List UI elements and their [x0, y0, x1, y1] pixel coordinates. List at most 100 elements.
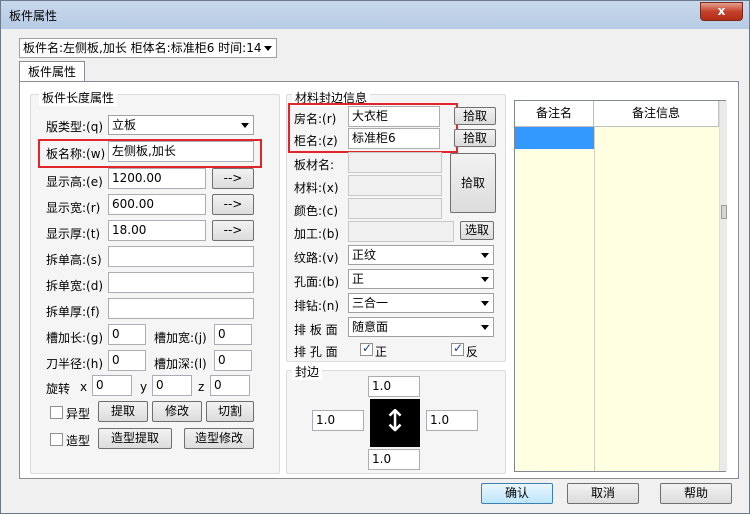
chevron-down-icon: [481, 253, 489, 258]
board-info-value: 板件名:左侧板,加长 柜体名:标准柜6 时间:14: [23, 41, 262, 55]
board-type-label: 版类型:(q): [46, 120, 104, 134]
display-width-input[interactable]: 600.00: [108, 194, 206, 215]
row-face-label: 排 板 面: [294, 323, 338, 337]
rotate-z-input[interactable]: 0: [210, 375, 250, 396]
chevron-down-icon: [481, 301, 489, 306]
tab-panel: 板件长度属性 版类型:(q) 立板 板名称:(w) 左侧板,加长 显示高:(e)…: [19, 81, 739, 479]
tab-board-properties[interactable]: 板件属性: [19, 61, 86, 82]
title-bar: 板件属性 x: [1, 1, 749, 29]
drill-select[interactable]: 三合一: [348, 293, 494, 313]
cabinet-name-input[interactable]: 标准柜6: [348, 128, 440, 149]
split-height-input[interactable]: [108, 246, 254, 267]
rotate-y-label: y: [140, 380, 148, 394]
board-type-value: 立板: [112, 118, 137, 132]
height-arrow-button[interactable]: -->: [212, 168, 254, 189]
column-divider: [594, 127, 595, 471]
back-checkbox[interactable]: [451, 341, 464, 356]
width-arrow-button[interactable]: -->: [212, 194, 254, 215]
notes-name-column-header[interactable]: 备注名: [515, 101, 594, 127]
ok-button[interactable]: 确认: [481, 483, 553, 504]
scrollbar-thumb[interactable]: [721, 205, 727, 219]
row-face-select[interactable]: 随意面: [348, 317, 494, 337]
rotate-label: 旋转: [46, 382, 71, 396]
pick-cabinet-button[interactable]: 拾取: [454, 129, 496, 147]
groove-width-label: 槽加宽:(j): [154, 331, 207, 345]
shape-checkbox[interactable]: [50, 433, 63, 446]
rotate-x-label: x: [80, 380, 88, 394]
cancel-button[interactable]: 取消: [567, 483, 639, 504]
process-input[interactable]: [348, 221, 454, 242]
edge-group-title: 封边: [292, 363, 323, 380]
shape-extract-button[interactable]: 造型提取: [98, 428, 172, 449]
board-name-input[interactable]: 左侧板,加长: [108, 141, 254, 162]
irregular-checkbox[interactable]: [50, 406, 63, 419]
room-name-input[interactable]: 大衣柜: [348, 106, 440, 127]
split-width-input[interactable]: [108, 272, 254, 293]
board-material-input[interactable]: [348, 152, 442, 173]
pick-room-button[interactable]: 拾取: [454, 107, 496, 125]
material-input[interactable]: [348, 175, 442, 196]
help-button[interactable]: 帮助: [660, 483, 732, 504]
room-name-label: 房名:(r): [294, 112, 337, 126]
length-group-title: 板件长度属性: [39, 89, 118, 106]
extract-button[interactable]: 提取: [98, 401, 148, 422]
grain-select[interactable]: 正纹: [348, 245, 494, 265]
modify-button[interactable]: 修改: [152, 401, 202, 422]
up-down-arrow-icon: ↕: [370, 399, 420, 447]
pick-material-button[interactable]: 拾取: [450, 153, 496, 213]
rotate-z-label: z: [198, 380, 205, 394]
drill-label: 排钻:(n): [294, 299, 340, 313]
knife-radius-label: 刀半径:(h): [46, 357, 104, 371]
row-hole-label: 排 孔 面: [294, 345, 338, 359]
board-material-label: 板材名:: [294, 158, 335, 172]
material-label: 材料:(x): [294, 181, 339, 195]
split-thickness-label: 拆单厚:(f): [46, 305, 100, 319]
front-checkbox[interactable]: [360, 341, 373, 356]
split-height-label: 拆单高:(s): [46, 253, 102, 267]
vertical-scrollbar[interactable]: [719, 101, 727, 471]
cut-button[interactable]: 切割: [206, 401, 254, 422]
rotate-y-input[interactable]: 0: [152, 375, 192, 396]
grain-label: 纹路:(v): [294, 251, 339, 265]
color-input[interactable]: [348, 198, 442, 219]
grain-value: 正纹: [352, 248, 377, 262]
thickness-arrow-button[interactable]: -->: [212, 220, 254, 241]
process-label: 加工:(b): [294, 227, 340, 241]
hole-face-select[interactable]: 正: [348, 269, 494, 289]
board-type-select[interactable]: 立板: [108, 115, 254, 135]
shape-modify-button[interactable]: 造型修改: [184, 428, 254, 449]
display-thickness-label: 显示厚:(t): [46, 227, 101, 241]
notes-grid: 备注名 备注信息: [514, 100, 727, 472]
groove-length-label: 槽加长:(g): [46, 331, 104, 345]
back-label: 反: [466, 345, 479, 359]
notes-grid-body[interactable]: [515, 127, 719, 471]
row-face-value: 随意面: [352, 320, 389, 334]
rotate-x-input[interactable]: 0: [92, 375, 132, 396]
split-thickness-input[interactable]: [108, 298, 254, 319]
notes-info-column-header[interactable]: 备注信息: [594, 101, 719, 127]
display-thickness-input[interactable]: 18.00: [108, 220, 206, 241]
groove-depth-input[interactable]: 0: [214, 350, 252, 371]
irregular-label: 异型: [66, 407, 91, 421]
board-name-label: 板名称:(w): [46, 147, 106, 161]
groove-length-input[interactable]: 0: [108, 324, 146, 345]
knife-radius-input[interactable]: 0: [108, 350, 146, 371]
display-height-label: 显示高:(e): [46, 175, 103, 189]
edge-top-input[interactable]: 1.0: [368, 376, 420, 397]
selected-cell[interactable]: [515, 127, 594, 149]
edge-left-input[interactable]: 1.0: [312, 410, 364, 431]
edge-bottom-input[interactable]: 1.0: [368, 449, 420, 470]
select-process-button[interactable]: 选取: [460, 221, 494, 240]
chevron-down-icon: [241, 123, 249, 128]
display-height-input[interactable]: 1200.00: [108, 168, 206, 189]
split-width-label: 拆单宽:(d): [46, 279, 104, 293]
groove-depth-label: 槽加深:(l): [154, 357, 207, 371]
color-label: 颜色:(c): [294, 204, 339, 218]
shape-label: 造型: [66, 434, 91, 448]
hole-face-label: 孔面:(b): [294, 275, 340, 289]
board-info-combo[interactable]: 板件名:左侧板,加长 柜体名:标准柜6 时间:14: [19, 38, 277, 58]
groove-width-input[interactable]: 0: [214, 324, 252, 345]
close-button[interactable]: x: [700, 2, 743, 21]
edge-right-input[interactable]: 1.0: [426, 410, 478, 431]
chevron-down-icon: [481, 277, 489, 282]
